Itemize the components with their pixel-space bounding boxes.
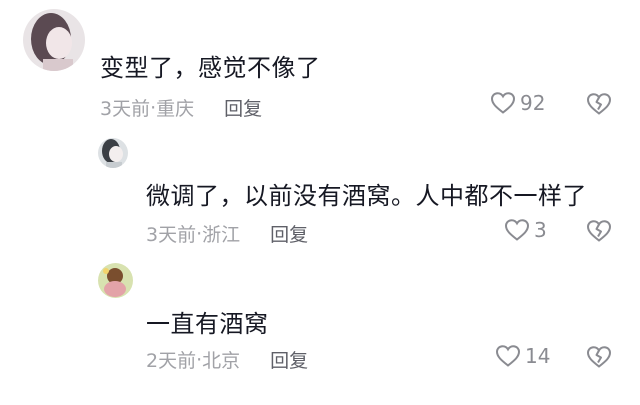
like-button[interactable]: 3 — [504, 218, 547, 242]
comment-thread: 变型了，感觉不像了 3天前 · 重庆 回复 92 微调了，以前没有酒窝。人中都不… — [0, 0, 640, 405]
comment-time: 3天前 — [100, 98, 151, 120]
like-count: 3 — [534, 218, 547, 242]
dislike-button[interactable] — [586, 219, 612, 247]
avatar[interactable] — [98, 263, 133, 298]
comment-time: 2天前 — [146, 350, 197, 372]
like-button[interactable]: 92 — [490, 91, 545, 115]
reply-button[interactable]: 回复 — [270, 346, 308, 373]
comment-meta: 2天前 · 北京 回复 — [146, 346, 308, 373]
user-avatar-icon — [98, 138, 128, 168]
reply-button[interactable]: 回复 — [224, 94, 262, 121]
heart-outline-icon — [490, 92, 516, 114]
comment-location: 重庆 — [156, 98, 195, 120]
like-count: 92 — [520, 91, 546, 115]
comment-time: 3天前 — [146, 224, 197, 246]
heart-outline-icon — [504, 219, 530, 241]
broken-heart-icon — [586, 346, 612, 368]
dislike-button[interactable] — [586, 92, 612, 120]
avatar[interactable] — [23, 9, 85, 71]
comment-location: 浙江 — [202, 224, 241, 246]
broken-heart-icon — [586, 220, 612, 242]
heart-outline-icon — [495, 345, 521, 367]
comment-text: 微调了，以前没有酒窝。人中都不一样了 — [146, 182, 587, 210]
comment-meta: 3天前 · 重庆 回复 — [100, 94, 262, 121]
broken-heart-icon — [586, 93, 612, 115]
comment-location: 北京 — [202, 350, 241, 372]
user-avatar-icon — [23, 9, 85, 71]
reply-button[interactable]: 回复 — [270, 220, 308, 247]
like-count: 14 — [525, 344, 551, 368]
like-button[interactable]: 14 — [495, 344, 550, 368]
dislike-button[interactable] — [586, 345, 612, 373]
avatar[interactable] — [98, 138, 128, 168]
comment-meta: 3天前 · 浙江 回复 — [146, 220, 308, 247]
comment-text: 变型了，感觉不像了 — [100, 54, 321, 82]
user-avatar-icon — [98, 263, 133, 298]
comment-text: 一直有酒窝 — [146, 310, 269, 338]
